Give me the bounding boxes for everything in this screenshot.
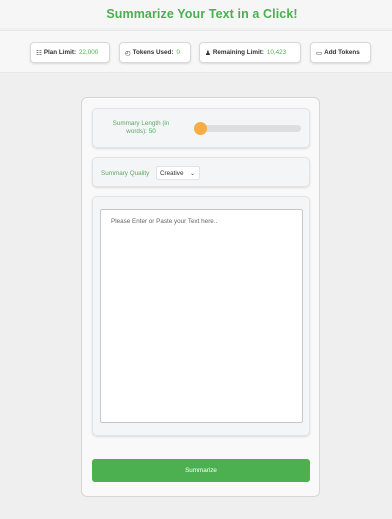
summary-quality-value: Creative [160,169,184,177]
summary-quality-panel: Summary Quality Creative ⌄ [92,157,310,187]
summary-quality-select[interactable]: Creative ⌄ [156,166,200,180]
summary-length-value: 50 [148,128,156,135]
remaining-limit-badge: ♟ Remaining Limit: 10,423 [199,42,301,63]
text-input[interactable]: Please Enter or Paste your Text here.. [100,209,303,423]
remaining-limit-label: Remaining Limit: [212,49,264,56]
add-tokens-label: Add Tokens [324,49,360,56]
chevron-down-icon: ⌄ [189,171,195,177]
tokens-used-label: Tokens Used: [132,49,174,56]
stats-bar: ☷ Plan Limit: 22,000 ◴ Tokens Used: 0 ♟ … [0,30,392,73]
group-icon: ♟ [205,49,211,57]
tokens-used-value: 0 [176,49,181,56]
ticket-icon: ▭ [316,49,323,57]
page-title: Summarize Your Text in a Click! [106,7,298,21]
page-header: Summarize Your Text in a Click! [0,0,392,28]
text-input-panel: Please Enter or Paste your Text here.. [92,196,310,436]
tokens-used-badge: ◴ Tokens Used: 0 [119,42,191,63]
plan-limit-value: 22,000 [79,49,99,56]
plan-limit-label: Plan Limit: [43,49,77,56]
summary-quality-label: Summary Quality [101,170,150,177]
summary-length-label: Summary Length (in words): [112,120,170,135]
add-tokens-button[interactable]: ▭ Add Tokens [310,42,371,63]
clock-icon: ◴ [125,49,131,57]
summarizer-card: Summary Length (in words): 50 Summary Qu… [81,97,320,497]
slider-thumb[interactable] [194,122,207,135]
text-input-placeholder: Please Enter or Paste your Text here.. [111,218,218,225]
summarize-button[interactable]: Summarize [92,459,310,482]
plan-limit-badge: ☷ Plan Limit: 22,000 [30,42,110,63]
summary-length-label-group: Summary Length (in words): 50 [105,120,177,136]
grid-icon: ☷ [36,49,42,57]
summary-length-slider[interactable] [194,122,301,135]
summary-length-panel: Summary Length (in words): 50 [92,108,310,148]
remaining-limit-value: 10,423 [266,49,287,56]
summarize-button-label: Summarize [185,467,217,474]
